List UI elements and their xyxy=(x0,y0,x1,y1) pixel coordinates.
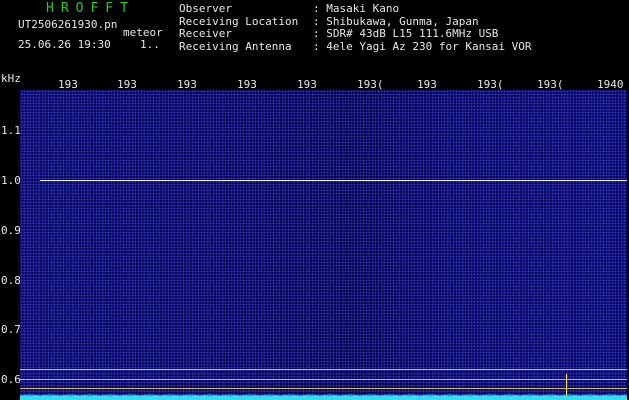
receiver-value: : SDR# 43dB L15 111.6MHz USB xyxy=(313,27,499,40)
noise-floor-trace xyxy=(20,394,627,400)
station-info: Observer: Masaki Kano Receiving Location… xyxy=(179,2,532,54)
y-tick-label: 1.0 xyxy=(1,174,21,187)
y-tick-label: 1.1 xyxy=(1,124,21,137)
marker-line-middle xyxy=(20,379,627,380)
header-panel: HROFFT UT2506261930.pn meteor 25.06.26 1… xyxy=(0,0,629,85)
timestamp-extra: 1.. xyxy=(140,38,160,51)
marker-line-lower xyxy=(20,388,627,389)
receiver-label: Receiver xyxy=(179,27,232,40)
antenna-label: Receiving Antenna xyxy=(179,39,292,53)
antenna-row: Receiving Antenna : 4ele Yagi Az 230 for … xyxy=(179,39,532,54)
minute-tick-marks xyxy=(40,180,627,181)
y-tick-label: 0.6 xyxy=(1,373,21,386)
y-tick-label: 0.9 xyxy=(1,224,21,237)
observer-value: : Masaki Kano xyxy=(313,2,400,15)
spectrogram-waterfall xyxy=(20,90,627,400)
y-tick-label: 0.7 xyxy=(1,323,21,336)
location-value: : Shibukawa, Gunma, Japan xyxy=(313,14,479,28)
y-tick-label: 0.8 xyxy=(1,274,21,287)
marker-line-upper xyxy=(20,369,627,370)
observer-label: Observer xyxy=(179,2,232,15)
antenna-value: : 4ele Yagi Az 230 for Kansai VOR xyxy=(313,39,532,53)
timestamp: 25.06.26 19:30 xyxy=(18,38,111,51)
y-axis-labels: 1.1 1.0 0.9 0.8 0.7 0.6 xyxy=(0,90,21,400)
app-title: HROFFT xyxy=(46,1,135,16)
file-name: UT2506261930.pn xyxy=(18,18,118,31)
